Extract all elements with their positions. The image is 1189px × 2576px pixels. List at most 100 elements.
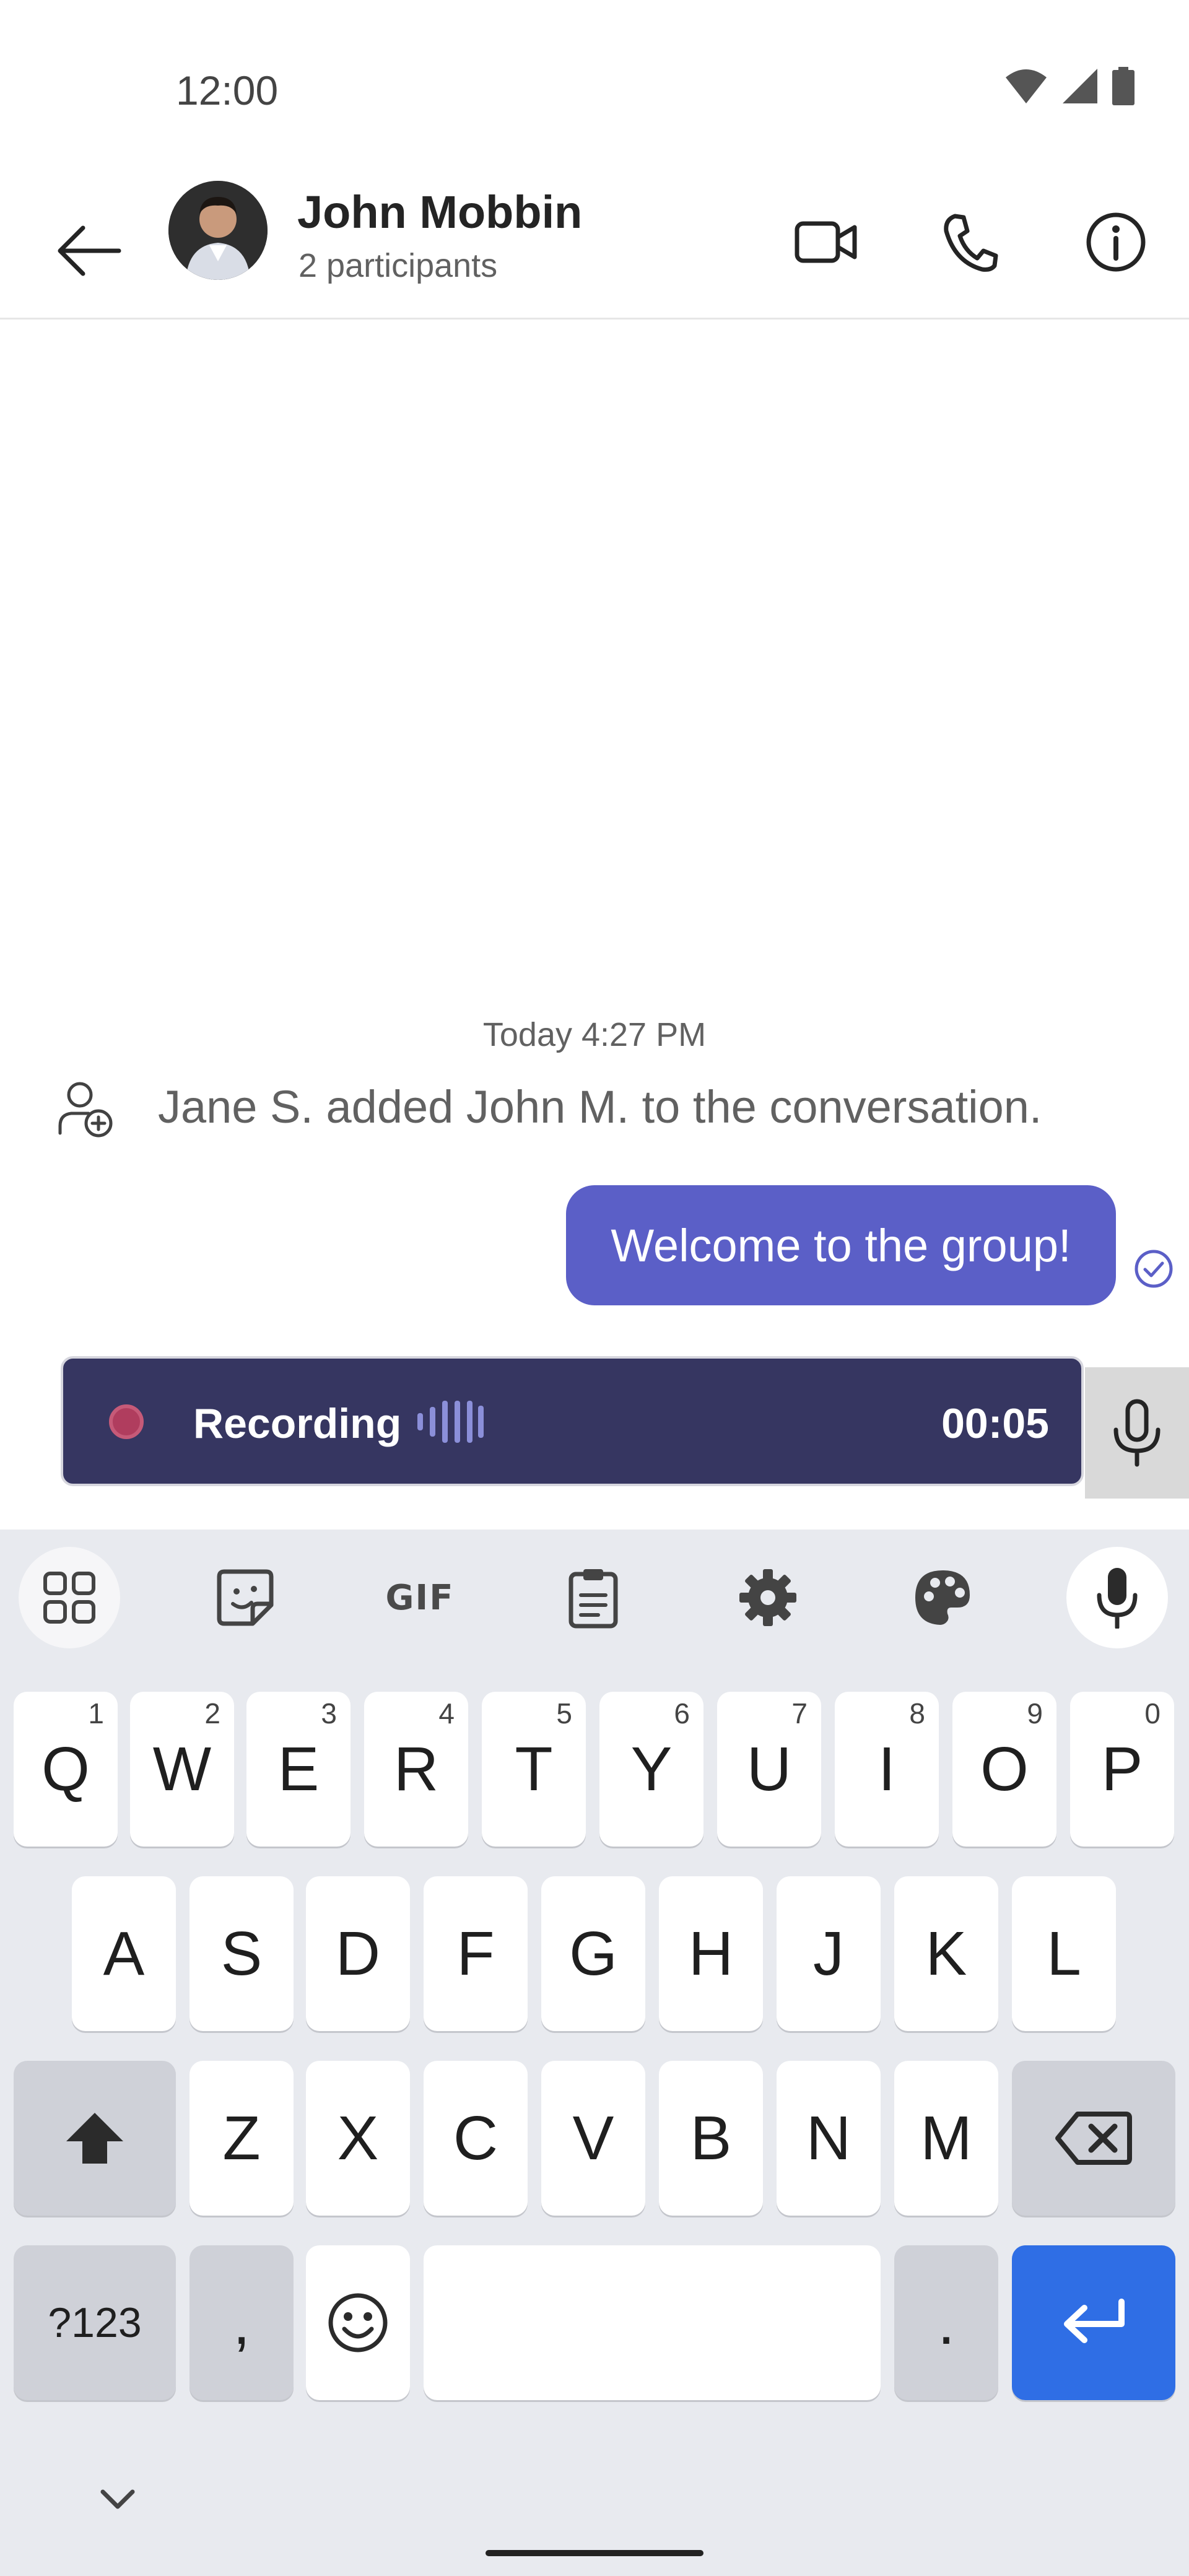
phone-icon — [944, 214, 998, 272]
symbols-key[interactable]: ?123 — [14, 2245, 176, 2400]
period-key[interactable]: . — [894, 2245, 998, 2400]
key-w-label: W — [152, 1734, 212, 1804]
key-m[interactable]: M — [894, 2061, 998, 2216]
back-button[interactable] — [42, 204, 135, 297]
system-message: Jane S. added John M. to the conversatio… — [43, 1074, 1170, 1142]
key-a[interactable]: A — [72, 1876, 176, 2031]
chat-header: John Mobbin 2 participants — [0, 180, 1189, 320]
key-u[interactable]: U7 — [717, 1692, 821, 1847]
key-t-hint: 5 — [556, 1697, 572, 1730]
enter-key[interactable] — [1012, 2245, 1175, 2400]
key-t-label: T — [515, 1734, 553, 1804]
sticker-button[interactable] — [194, 1547, 296, 1648]
participants-count[interactable]: 2 participants — [298, 246, 497, 285]
key-f[interactable]: F — [424, 1876, 528, 2031]
key-k[interactable]: K — [894, 1876, 998, 2031]
key-q-hint: 1 — [88, 1697, 104, 1730]
gesture-nav-handle[interactable] — [486, 2550, 703, 2556]
recording-indicator-dot — [109, 1404, 144, 1439]
key-c[interactable]: C — [424, 2061, 528, 2216]
recording-duration: 00:05 — [941, 1400, 1049, 1447]
apps-grid-button[interactable] — [19, 1547, 120, 1648]
key-d[interactable]: D — [306, 1876, 410, 2031]
key-i-hint: 8 — [909, 1697, 925, 1730]
comma-key[interactable]: , — [189, 2245, 294, 2400]
key-p-label: P — [1101, 1734, 1143, 1804]
audio-waveform-icon — [417, 1401, 484, 1443]
on-screen-keyboard: G I F — [0, 1530, 1189, 2576]
recording-label: Recording — [193, 1400, 402, 1447]
key-g[interactable]: G — [541, 1876, 645, 2031]
message-timestamp: Today 4:27 PM — [482, 1016, 707, 1053]
key-n[interactable]: N — [777, 2061, 881, 2216]
key-y-label: Y — [630, 1734, 673, 1804]
key-h[interactable]: H — [659, 1876, 763, 2031]
contact-name[interactable]: John Mobbin — [297, 186, 582, 238]
status-icons — [1004, 67, 1135, 105]
enter-arrow-icon — [1064, 2299, 1125, 2343]
key-q[interactable]: Q1 — [14, 1692, 118, 1847]
status-bar: 12:00 — [0, 0, 1189, 180]
clipboard-button[interactable] — [542, 1547, 644, 1648]
video-call-button[interactable] — [780, 196, 873, 289]
person-add-icon — [51, 1074, 119, 1142]
key-j[interactable]: J — [777, 1876, 881, 2031]
info-icon — [1086, 212, 1146, 272]
key-e-label: E — [277, 1734, 320, 1804]
key-r-hint: 4 — [438, 1697, 455, 1730]
key-r[interactable]: R4 — [364, 1692, 468, 1847]
voice-input-button[interactable] — [1066, 1547, 1168, 1648]
status-time: 12:00 — [176, 67, 279, 113]
gear-icon — [739, 1569, 796, 1626]
key-r-label: R — [393, 1734, 439, 1804]
microphone-button[interactable] — [1085, 1367, 1189, 1499]
key-t[interactable]: T5 — [482, 1692, 586, 1847]
voice-recording-bar[interactable]: Recording 00:05 — [61, 1356, 1084, 1486]
audio-call-button[interactable] — [924, 196, 1017, 289]
wifi-icon — [1006, 69, 1047, 103]
key-w[interactable]: W2 — [130, 1692, 234, 1847]
theme-button[interactable] — [892, 1547, 993, 1648]
key-b[interactable]: B — [659, 2061, 763, 2216]
shift-key[interactable] — [14, 2061, 176, 2216]
shift-arrow-icon — [66, 2113, 123, 2164]
palette-icon — [915, 1570, 970, 1625]
arrow-left-icon — [58, 225, 121, 276]
read-receipt-icon — [1135, 1250, 1173, 1288]
key-p-hint: 0 — [1144, 1697, 1161, 1730]
avatar[interactable] — [168, 181, 268, 280]
settings-button[interactable] — [717, 1547, 819, 1648]
mic-icon — [1097, 1568, 1138, 1629]
backspace-key[interactable] — [1012, 2061, 1175, 2216]
key-x[interactable]: X — [306, 2061, 410, 2216]
key-e-hint: 3 — [321, 1697, 337, 1730]
keyboard-toolbar: GIF — [0, 1530, 1189, 1678]
space-key[interactable] — [424, 2245, 881, 2400]
key-s[interactable]: S — [189, 1876, 294, 2031]
key-p[interactable]: P0 — [1070, 1692, 1174, 1847]
key-e[interactable]: E3 — [246, 1692, 351, 1847]
key-q-label: Q — [41, 1734, 90, 1804]
key-v[interactable]: V — [541, 2061, 645, 2216]
key-y[interactable]: Y6 — [599, 1692, 703, 1847]
gif-label: GIF — [385, 1577, 455, 1618]
cell-signal-icon — [1063, 69, 1097, 103]
emoji-key[interactable] — [306, 2245, 410, 2400]
emoji-icon — [328, 2293, 388, 2352]
chevron-down-icon[interactable] — [93, 2474, 142, 2524]
key-o-hint: 9 — [1027, 1697, 1043, 1730]
key-l[interactable]: L — [1012, 1876, 1116, 2031]
gif-button[interactable]: GIF — [369, 1547, 471, 1648]
key-i[interactable]: I8 — [835, 1692, 939, 1847]
key-i-label: I — [878, 1734, 895, 1804]
message-bubble[interactable]: Welcome to the group! — [566, 1185, 1116, 1305]
key-o[interactable]: O9 — [952, 1692, 1056, 1847]
key-z[interactable]: Z — [189, 2061, 294, 2216]
system-message-text: Jane S. added John M. to the conversatio… — [158, 1081, 1042, 1133]
info-button[interactable] — [1069, 196, 1162, 289]
sticker-icon — [217, 1569, 274, 1626]
key-u-hint: 7 — [791, 1697, 808, 1730]
backspace-icon — [1055, 2112, 1132, 2165]
clipboard-icon — [568, 1569, 618, 1629]
key-u-label: U — [746, 1734, 792, 1804]
